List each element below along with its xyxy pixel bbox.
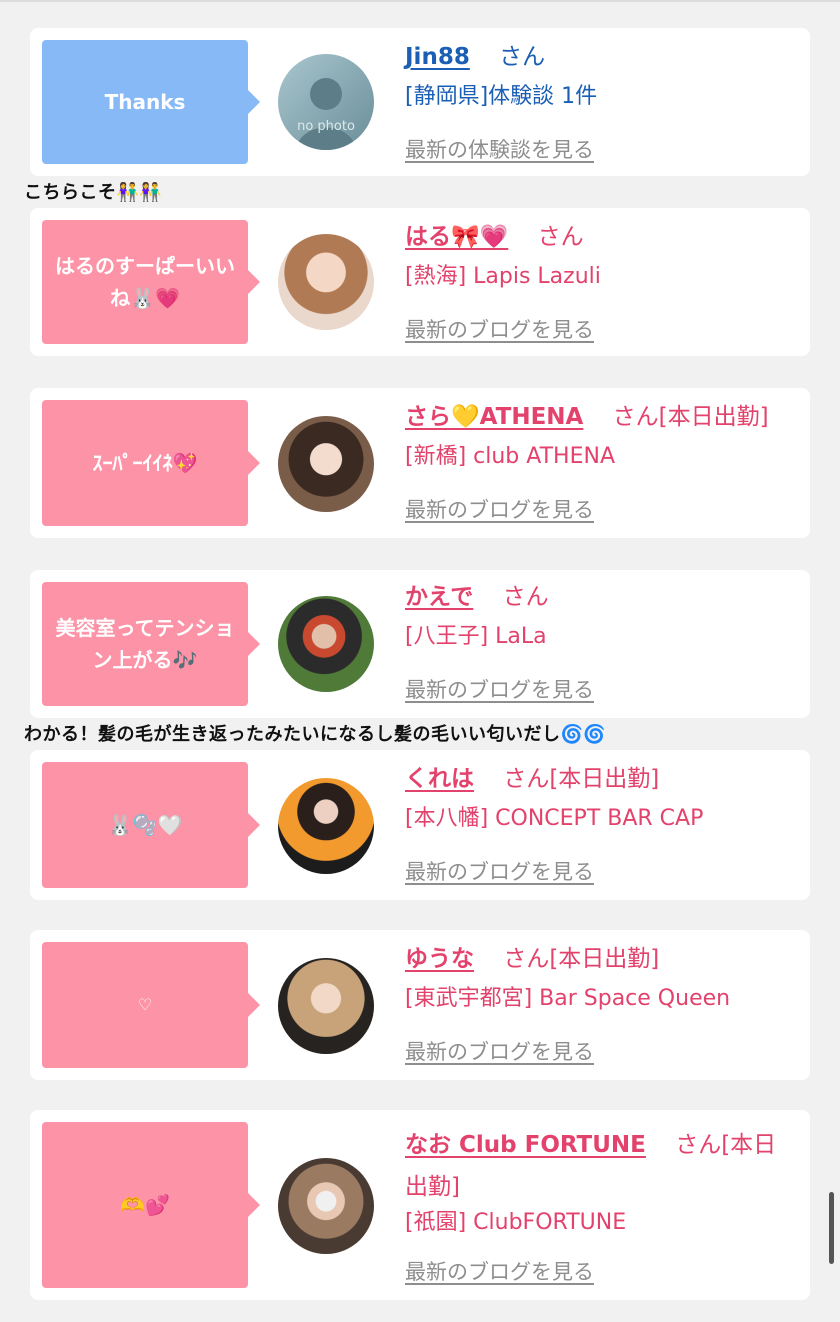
latest-link[interactable]: 最新のブログを見る bbox=[405, 1036, 594, 1066]
avatar-no-photo[interactable]: no photo bbox=[278, 54, 374, 150]
message-bubble: はるのすーぱーいいね🐰💗 bbox=[42, 220, 260, 344]
user-name-link[interactable]: さら💛ATHENA bbox=[405, 404, 583, 430]
avatar-photo[interactable] bbox=[278, 234, 374, 330]
latest-link[interactable]: 最新のブログを見る bbox=[405, 314, 594, 344]
shop-name: [熱海] Lapis Lazuli bbox=[405, 264, 601, 289]
bubble-text: 美容室ってテンション上がる🎶 bbox=[55, 616, 235, 672]
card-info: Jin88 さん [静岡県]体験談 1件 最新の体験談を見る bbox=[405, 42, 798, 164]
message-bubble: Thanks bbox=[42, 40, 260, 164]
latest-link[interactable]: 最新のブログを見る bbox=[405, 856, 594, 886]
card-info: ゆうな さん[本日出勤] [東武宇都宮] Bar Space Queen 最新の… bbox=[405, 944, 798, 1066]
bubble-text: 🫶💕 bbox=[120, 1193, 170, 1217]
message-card: はるのすーぱーいいね🐰💗 はる🎀💗 さん [熱海] Lapis Lazuli 最… bbox=[30, 208, 810, 356]
bubble-text: 🐰🫧🤍 bbox=[107, 813, 183, 837]
user-name-link[interactable]: ゆうな bbox=[405, 946, 474, 972]
reply-comment: こちらこそ👫👫 bbox=[24, 182, 163, 203]
bubble-text: ♡ bbox=[137, 995, 153, 1014]
message-card: Thanks no photo Jin88 さん [静岡県]体験談 1件 最新の… bbox=[30, 28, 810, 176]
message-bubble: ｽｰﾊﾟｰｲｲﾈ💖 bbox=[42, 400, 260, 526]
avatar-photo[interactable] bbox=[278, 778, 374, 874]
scrollbar[interactable] bbox=[829, 1192, 834, 1264]
card-info: なお Club FORTUNE さん[本日出勤] [祇園] ClubFORTUN… bbox=[405, 1124, 798, 1286]
latest-link[interactable]: 最新のブログを見る bbox=[405, 494, 594, 524]
user-name-link[interactable]: はる🎀💗 bbox=[405, 224, 508, 250]
avatar-photo[interactable] bbox=[278, 1158, 374, 1254]
latest-link[interactable]: 最新のブログを見る bbox=[405, 674, 594, 704]
shop-name: [本八幡] CONCEPT BAR CAP bbox=[405, 806, 704, 831]
top-divider bbox=[0, 0, 840, 2]
message-bubble: 美容室ってテンション上がる🎶 bbox=[42, 582, 260, 706]
honorific: さん bbox=[503, 766, 550, 792]
user-name-link[interactable]: かえで bbox=[405, 584, 473, 610]
honorific: さん bbox=[499, 44, 546, 70]
honorific: さん bbox=[502, 584, 549, 610]
avatar-photo[interactable] bbox=[278, 596, 374, 692]
message-card: 美容室ってテンション上がる🎶 かえで さん [八王子] LaLa 最新のブログを… bbox=[30, 570, 810, 718]
card-info: かえで さん [八王子] LaLa 最新のブログを見る bbox=[405, 582, 798, 704]
card-info: くれは さん[本日出勤] [本八幡] CONCEPT BAR CAP 最新のブロ… bbox=[405, 764, 798, 886]
bubble-text: はるのすーぱーいいね🐰💗 bbox=[55, 254, 235, 310]
shop-name: [八王子] LaLa bbox=[405, 624, 547, 649]
shop-name: [東武宇都宮] Bar Space Queen bbox=[405, 986, 731, 1011]
avatar-label: no photo bbox=[297, 119, 355, 134]
user-name-link[interactable]: くれは bbox=[405, 766, 474, 792]
avatar-photo[interactable] bbox=[278, 958, 374, 1054]
reply-comment: わかる！髪の毛が生き返ったみたいになるし髪の毛いい匂いだし🌀🌀 bbox=[24, 724, 607, 745]
honorific: さん bbox=[503, 946, 550, 972]
status-badge: [本日出勤] bbox=[658, 404, 769, 430]
status-badge: [本日出勤] bbox=[549, 946, 660, 972]
latest-link[interactable]: 最新のブログを見る bbox=[405, 1256, 594, 1286]
message-card: 🐰🫧🤍 くれは さん[本日出勤] [本八幡] CONCEPT BAR CAP 最… bbox=[30, 750, 810, 900]
status-badge: [本日出勤] bbox=[549, 766, 660, 792]
card-info: さら💛ATHENA さん[本日出勤] [新橋] club ATHENA 最新のブ… bbox=[405, 402, 798, 524]
avatar-photo[interactable] bbox=[278, 416, 374, 512]
message-card: ♡ ゆうな さん[本日出勤] [東武宇都宮] Bar Space Queen 最… bbox=[30, 930, 810, 1080]
card-info: はる🎀💗 さん [熱海] Lapis Lazuli 最新のブログを見る bbox=[405, 222, 798, 344]
shop-name: [新橋] club ATHENA bbox=[405, 444, 615, 469]
message-bubble: 🐰🫧🤍 bbox=[42, 762, 260, 888]
message-bubble: ♡ bbox=[42, 942, 260, 1068]
latest-link[interactable]: 最新の体験談を見る bbox=[405, 134, 594, 164]
honorific: さん bbox=[675, 1132, 722, 1158]
bubble-text: Thanks bbox=[104, 90, 186, 114]
message-bubble: 🫶💕 bbox=[42, 1122, 260, 1288]
user-name-link[interactable]: なお Club FORTUNE bbox=[405, 1132, 646, 1158]
message-card: ｽｰﾊﾟｰｲｲﾈ💖 さら💛ATHENA さん[本日出勤] [新橋] club A… bbox=[30, 388, 810, 538]
shop-name: [祇園] ClubFORTUNE bbox=[405, 1210, 627, 1235]
message-card: 🫶💕 なお Club FORTUNE さん[本日出勤] [祇園] ClubFOR… bbox=[30, 1110, 810, 1300]
honorific: さん bbox=[612, 404, 659, 430]
user-name-link[interactable]: Jin88 bbox=[405, 44, 470, 70]
shop-name: [静岡県]体験談 1件 bbox=[405, 84, 598, 109]
bubble-text: ｽｰﾊﾟｰｲｲﾈ💖 bbox=[92, 451, 198, 475]
honorific: さん bbox=[537, 224, 584, 250]
